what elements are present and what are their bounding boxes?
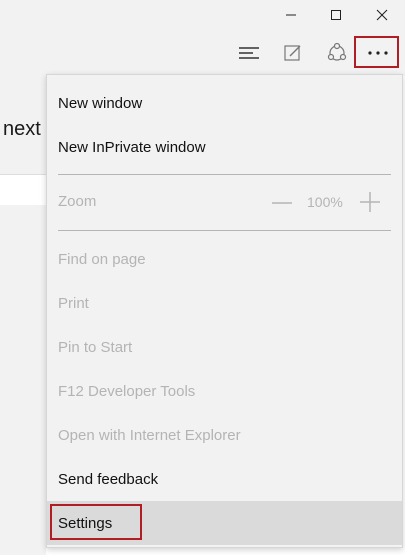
menu-item-new-inprivate-window[interactable]: New InPrivate window [47,125,402,169]
menu-item-open-with-ie[interactable]: Open with Internet Explorer [47,413,402,457]
menu-item-pin-to-start[interactable]: Pin to Start [47,325,402,369]
minimize-button[interactable] [268,0,314,30]
page-input-box [0,174,46,206]
hub-icon [239,47,259,59]
close-icon [376,9,388,21]
menu-item-label: New InPrivate window [58,138,206,156]
menu-item-label: Send feedback [58,470,159,488]
menu-item-label: New window [58,94,143,112]
menu-item-label: Open with Internet Explorer [58,426,241,444]
page-background-lower [0,205,46,555]
menu-item-label: F12 Developer Tools [58,382,196,400]
menu-separator [58,230,391,231]
maximize-button[interactable] [313,0,359,30]
zoom-out-button[interactable] [271,193,293,213]
web-note-button[interactable] [278,38,308,68]
menu-item-send-feedback[interactable]: Send feedback [47,457,402,501]
menu-item-label: Find on page [58,250,146,268]
menu-item-print[interactable]: Print [47,281,402,325]
plus-icon [360,192,380,212]
share-button[interactable] [322,38,352,68]
zoom-in-button[interactable] [359,191,381,213]
menu-item-f12-developer-tools[interactable]: F12 Developer Tools [47,369,402,413]
zoom-label: Zoom [58,193,97,210]
highlight-settings [50,504,142,540]
more-actions-menu: New window New InPrivate window Zoom 100… [46,74,403,548]
title-bar [0,0,405,30]
menu-zoom-row: Zoom 100% [47,181,402,225]
menu-item-new-window[interactable]: New window [47,81,402,125]
close-button[interactable] [359,0,405,30]
page-visible-text: next [3,118,41,140]
minus-icon [272,202,292,204]
maximize-icon [331,10,341,20]
highlight-more-actions [354,36,399,68]
minimize-icon [286,14,296,16]
hub-button[interactable] [234,38,264,68]
share-icon [327,42,347,61]
menu-separator [58,174,391,175]
menu-item-find-on-page[interactable]: Find on page [47,237,402,281]
zoom-value: 100% [307,194,343,210]
menu-item-label: Pin to Start [58,338,133,356]
browser-toolbar [0,30,405,76]
menu-item-label: Print [58,294,89,312]
web-note-icon [284,45,301,61]
